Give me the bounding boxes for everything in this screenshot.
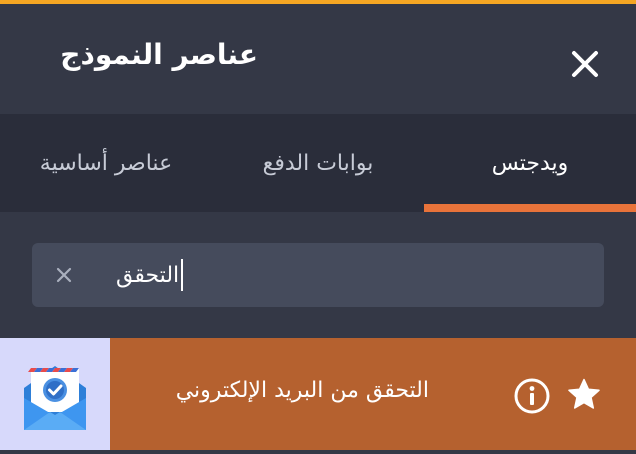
tab-widgets[interactable]: ويدجتس [424,114,636,212]
tab-basic-elements[interactable]: عناصر أساسية [0,114,212,212]
result-item-email-verification[interactable]: التحقق من البريد الإلكتروني [0,338,636,450]
search-input[interactable]: التحقق [116,255,586,295]
search-value: التحقق [116,262,180,288]
result-label: التحقق من البريد الإلكتروني [175,378,429,403]
tab-payment-gateways[interactable]: بوابات الدفع [212,114,424,212]
clear-icon[interactable] [52,263,76,287]
search-box: التحقق [32,243,604,307]
star-icon[interactable] [566,377,602,413]
result-thumbnail [0,338,110,450]
tab-bar: ويدجتس بوابات الدفع عناصر أساسية [0,114,636,212]
active-tab-indicator [424,204,636,212]
email-verification-icon [24,366,86,430]
search-area: التحقق [0,212,636,338]
text-caret [181,259,184,291]
panel-title: عناصر النموذج [60,38,258,71]
info-icon[interactable] [512,376,552,416]
panel-header: عناصر النموذج [0,4,636,114]
close-icon[interactable] [565,44,605,84]
